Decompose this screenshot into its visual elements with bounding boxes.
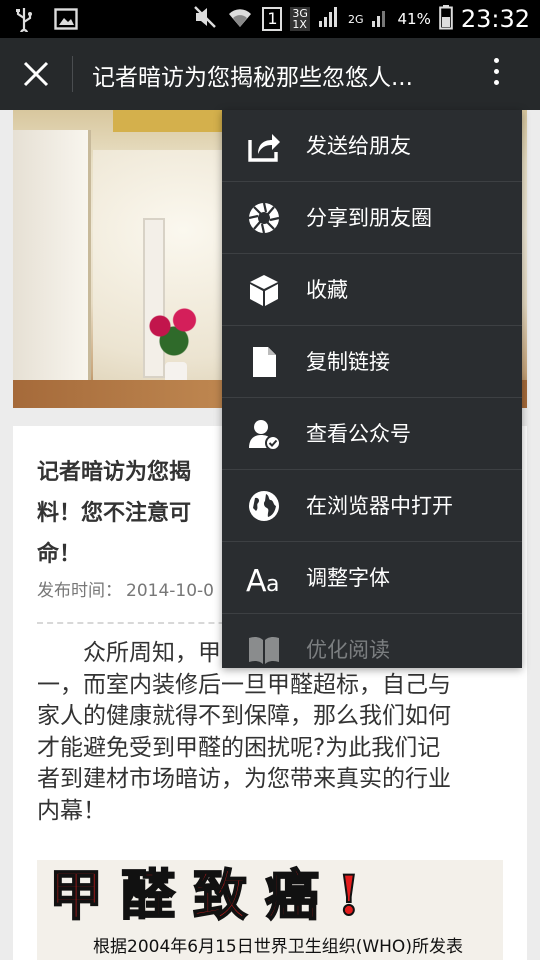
cover-door — [13, 130, 91, 408]
sim-icon: 1 — [262, 7, 283, 31]
body-line: 内幕！ — [37, 797, 106, 824]
usb-icon — [14, 6, 34, 38]
menu-item-label: 分享到朋友圈 — [306, 206, 432, 230]
official-account-icon — [246, 416, 282, 452]
more-menu-button[interactable] — [484, 54, 508, 94]
copy-link-document-icon — [246, 344, 282, 380]
network-type-badge: 3G 1X — [290, 7, 310, 31]
menu-item-label: 调整字体 — [306, 566, 390, 590]
book-icon — [246, 632, 282, 668]
close-icon — [23, 61, 49, 87]
status-bar: 1 3G 1X 2G 41% 23:32 — [0, 0, 540, 38]
poster-headline: 甲醛致癌! — [48, 863, 379, 927]
article-poster-image: 甲醛致癌! 根据2004年6月15日世界卫生组织(WHO)所发表 — [37, 860, 503, 960]
battery-icon — [439, 4, 453, 34]
overflow-menu: 发送给朋友 分享到朋友圈 收藏 复制链接 查看公众号 在浏览器中打开 A a 调… — [222, 110, 522, 668]
more-dot-icon — [493, 69, 499, 74]
signal-icon — [318, 5, 340, 33]
menu-item-label: 发送给朋友 — [306, 134, 411, 158]
menu-item-label: 优化阅读 — [306, 638, 390, 662]
menu-item-share-moments[interactable]: 分享到朋友圈 — [222, 182, 522, 254]
menu-item-optimize-reading[interactable]: 优化阅读 — [222, 614, 522, 668]
cover-flowers — [139, 302, 209, 362]
body-line: 者到建材市场暗访，为您带来真实的行业 — [37, 766, 451, 792]
body-line: 一，而室内装修后一旦甲醛超标，自己与 — [37, 671, 451, 698]
action-bar: 记者暗访为您揭秘那些忽悠人... — [0, 38, 540, 110]
globe-icon — [246, 488, 282, 524]
body-line: 才能避免受到甲醛的困扰呢?为此我们记 — [37, 734, 441, 761]
font-size-icon: Aa — [246, 560, 282, 599]
moments-aperture-icon — [246, 200, 282, 236]
menu-item-label: 复制链接 — [306, 350, 390, 374]
more-dot-icon — [493, 80, 499, 85]
network-2g-label: 2G — [347, 12, 364, 26]
wechat-article-screen: 1 3G 1X 2G 41% 23:32 记者暗访为您揭秘那些忽悠人... 记者… — [0, 0, 540, 960]
battery-percent: 41% — [397, 10, 431, 28]
share-to-friend-icon — [246, 128, 282, 164]
body-line: 家人的健康就得不到保障，那么我们如何 — [37, 703, 451, 729]
clock: 23:32 — [460, 5, 530, 33]
svg-text:a: a — [266, 572, 279, 596]
signal-icon-2 — [371, 5, 389, 33]
menu-item-copy-link[interactable]: 复制链接 — [222, 326, 522, 398]
page-title: 记者暗访为您揭秘那些忽悠人... — [92, 65, 413, 91]
wifi-icon — [226, 5, 254, 33]
menu-item-favorite[interactable]: 收藏 — [222, 254, 522, 326]
menu-item-send-to-friend[interactable]: 发送给朋友 — [222, 110, 522, 182]
menu-item-label: 查看公众号 — [306, 422, 411, 446]
menu-item-view-official-account[interactable]: 查看公众号 — [222, 398, 522, 470]
image-icon — [54, 8, 78, 34]
article-meta: 发布时间： 2014-10-0 — [37, 576, 218, 601]
status-bar-right: 1 3G 1X 2G 41% 23:32 — [192, 4, 530, 34]
status-bar-left — [14, 6, 78, 38]
menu-item-adjust-font[interactable]: Aa 调整字体 — [222, 542, 522, 614]
svg-text:A: A — [246, 564, 267, 596]
menu-item-open-in-browser[interactable]: 在浏览器中打开 — [222, 470, 522, 542]
network-1x-label: 1X — [292, 18, 307, 31]
menu-item-label: 在浏览器中打开 — [306, 494, 453, 518]
close-button[interactable] — [22, 60, 50, 88]
mute-icon — [192, 4, 218, 34]
action-bar-divider — [72, 56, 73, 92]
favorite-cube-icon — [246, 272, 282, 308]
menu-item-label: 收藏 — [306, 278, 348, 302]
poster-text-line: 根据2004年6月15日世界卫生组织(WHO)所发表 — [93, 937, 463, 957]
publish-time-label: 发布时间： — [37, 581, 122, 601]
publish-date: 2014-10-0 — [126, 581, 214, 601]
more-dot-icon — [493, 58, 499, 63]
